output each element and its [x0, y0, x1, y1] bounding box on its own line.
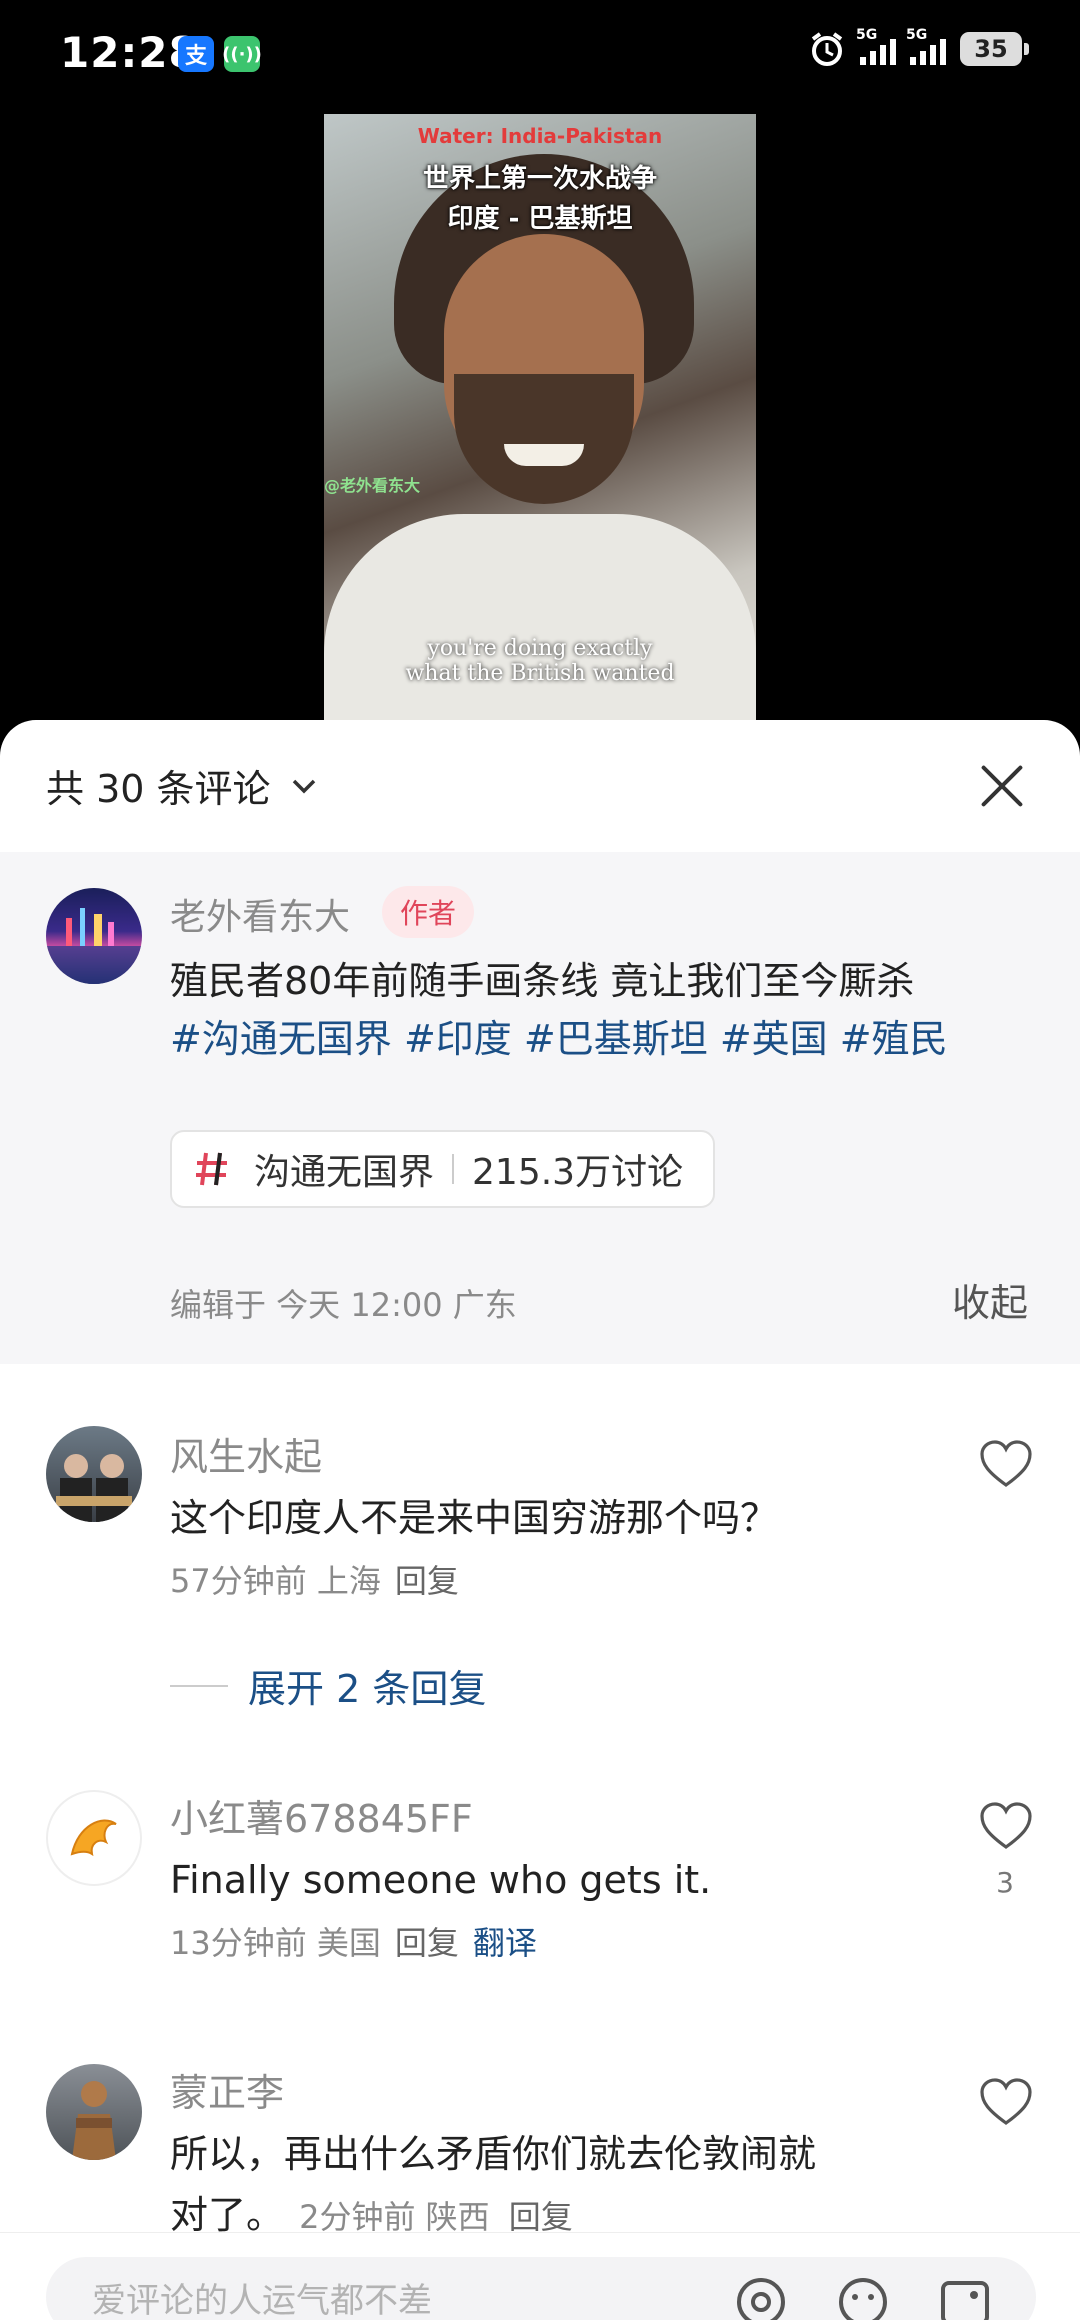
comment-text[interactable]: Finally someone who gets it.: [170, 1850, 950, 1910]
comment-count-dropdown[interactable]: 共 30 条评论: [46, 758, 317, 813]
topic-name: 沟通无国界: [254, 1152, 435, 1193]
author-name[interactable]: 老外看东大: [170, 888, 350, 940]
hashtag-3[interactable]: #巴基斯坦: [524, 1017, 708, 1061]
hashtag-4[interactable]: #英国: [720, 1017, 828, 1061]
signal-icon-1: 5G: [856, 27, 896, 65]
like-count: 3: [996, 1866, 1014, 1899]
topic-count: 215.3万讨论: [472, 1152, 684, 1193]
topic-chip[interactable]: 沟通无国界 215.3万讨论: [170, 1130, 716, 1208]
commenter-name[interactable]: 小红薯678845FF: [170, 1788, 473, 1843]
avatar[interactable]: [46, 1790, 142, 1886]
video-caption-2: 印度 - 巴基斯坦: [447, 204, 633, 234]
post-meta: 编辑于 今天 12:00 广东: [170, 1286, 517, 1324]
video-title-en: Water: India-Pakistan: [417, 124, 663, 148]
heart-icon[interactable]: [978, 1800, 1034, 1852]
video-caption-1: 世界上第一次水战争: [422, 164, 657, 194]
comment-count-label: 共 30 条评论: [46, 767, 271, 811]
reply-button[interactable]: 回复: [395, 1562, 459, 1600]
hashtag-2[interactable]: #印度: [404, 1017, 512, 1061]
author-tag: 作者: [382, 886, 475, 938]
alipay-icon: 支: [178, 36, 214, 72]
video-player[interactable]: Water: India-Pakistan 世界上第一次水战争 印度 - 巴基斯…: [324, 114, 756, 720]
post-description: 殖民者80年前随手画条线 竟让我们至今厮杀 #沟通无国界 #印度 #巴基斯坦 #…: [170, 959, 948, 1061]
comments-sheet: 共 30 条评论 老外看东大 作者 殖民者80年前随手画条线 竟让我们至今厮杀 …: [0, 720, 1080, 2320]
author-post: 老外看东大 作者 殖民者80年前随手画条线 竟让我们至今厮杀 #沟通无国界 #印…: [0, 852, 1080, 1364]
reply-button[interactable]: 回复: [509, 2198, 573, 2236]
video-watermark: @老外看东大: [324, 476, 421, 495]
close-button[interactable]: [978, 762, 1026, 810]
at-icon[interactable]: [734, 2275, 788, 2320]
avatar[interactable]: [46, 1426, 142, 1522]
comment-input-placeholder: 爱评论的人运气都不差: [92, 2281, 432, 2320]
comment-input[interactable]: 爱评论的人运气都不差: [46, 2257, 1036, 2320]
translate-button[interactable]: 翻译: [473, 1924, 537, 1962]
video-subtitle-1: you're doing exactly: [427, 636, 653, 661]
image-icon[interactable]: [938, 2275, 992, 2320]
video-subtitle-2: what the British wanted: [405, 661, 675, 686]
emoji-icon[interactable]: [836, 2275, 890, 2320]
avatar[interactable]: [46, 888, 142, 984]
status-bar: 12:28 支 ((·)) 5G 5G 35: [0, 0, 1080, 110]
comment-text[interactable]: 这个印度人不是来中国穷游那个吗？: [170, 1488, 950, 1548]
hashtag-5[interactable]: #殖民: [840, 1017, 948, 1061]
heart-icon[interactable]: [978, 2076, 1034, 2128]
comment-meta: 57分钟前 上海 回复: [170, 1562, 459, 1600]
commenter-name[interactable]: 风生水起: [170, 1426, 322, 1481]
comments-header: 共 30 条评论: [0, 720, 1080, 852]
comment-text[interactable]: 所以，再出什么矛盾你们就去伦敦闹就: [170, 2124, 950, 2184]
comment-input-bar: 爱评论的人运气都不差: [0, 2232, 1080, 2320]
comment-meta: 2分钟前 陕西: [299, 2198, 490, 2236]
status-icons: 5G 5G 35: [808, 27, 1029, 68]
heart-icon[interactable]: [978, 1438, 1034, 1490]
hashtag-icon: [196, 1152, 227, 1186]
expand-replies-button[interactable]: 展开 2 条回复: [170, 1658, 486, 1713]
alarm-icon: [811, 32, 843, 66]
comment-meta: 13分钟前 美国 回复 翻译: [170, 1924, 537, 1962]
commenter-name[interactable]: 蒙正李: [170, 2062, 284, 2117]
chevron-down-icon: [292, 779, 315, 793]
comment-text-continued: 对了。 2分钟前 陕西 回复: [170, 2193, 573, 2237]
reply-button[interactable]: 回复: [395, 1924, 459, 1962]
avatar[interactable]: [46, 2064, 142, 2160]
battery-icon: 35: [960, 32, 1029, 66]
signal-icon-2: 5G: [906, 27, 946, 65]
hashtag-1[interactable]: #沟通无国界: [170, 1017, 392, 1061]
collapse-button[interactable]: 收起: [952, 1272, 1028, 1327]
hotspot-icon: ((·)): [222, 36, 262, 72]
